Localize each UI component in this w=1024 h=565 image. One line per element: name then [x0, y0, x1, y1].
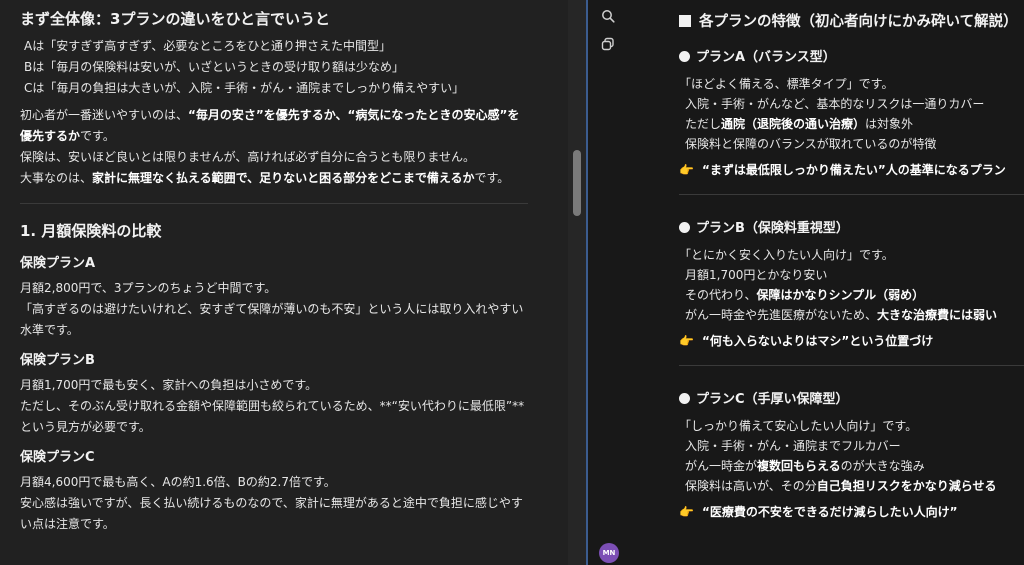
plan-a-tagline: 「ほどよく備える、標準タイプ」です。 — [679, 77, 894, 91]
plan-b-detail: その代わり、保障はかなりシンプル（弱め） — [685, 288, 925, 302]
chat-scrollbar[interactable] — [568, 0, 586, 565]
plan-b-detail: がん一時金や先進医療がないため、大きな治療費には弱い — [685, 308, 998, 322]
plan-c-line: 月額4,600円で最も高く、Aの約1.6倍、Bの約2.7倍です。 — [20, 475, 336, 489]
plan-a-point: 👉 “まずは最低限しっかり備えたい”人の基準になるプラン — [679, 160, 1019, 180]
plan-a-detail: 保険料と保障のバランスが取れているのが特徴 — [685, 137, 937, 151]
plan-b-heading: プランB（保険料重視型） — [679, 219, 1019, 239]
bullet-icon — [679, 222, 690, 233]
plan-a-heading: プランA（バランス型） — [679, 48, 1019, 68]
summary-line-c: Cは「毎月の負担は大きいが、入院・手術・がん・通院までしっかり備えやすい」 — [24, 81, 465, 95]
plan-c-heading: プランC（手厚い保障型） — [679, 390, 1019, 410]
plan-a-title: 保険プランA — [20, 256, 96, 271]
plan-a-detail: ただし通院（退院後の通い治療）は対象外 — [685, 117, 914, 131]
section-divider — [20, 203, 528, 204]
plan-c-line: 安心感は強いですが、長く払い続けるものなので、家計に無理があると途中で負担に感じ… — [20, 496, 523, 531]
plan-c-title: 保険プランC — [20, 450, 95, 465]
paragraph-priority: 初心者が一番迷いやすいのは、“毎月の安さ”を優先するか、“病気になったときの安心… — [20, 108, 520, 143]
pointing-hand-icon: 👉 — [679, 334, 694, 348]
plan-b-detail: 月額1,700円とかなり安い — [685, 268, 828, 282]
canvas-toolbar: MN — [588, 0, 628, 565]
plan-b-tagline: 「とにかく安く入りたい人向け」です。 — [679, 248, 894, 262]
canvas-divider — [679, 194, 1024, 195]
canvas-pane: MN 各プランの特徴（初心者向けにかみ砕いて解説） プランA（バランス型） 「ほ… — [588, 0, 1024, 565]
summary-line-a: Aは「安すぎず高すぎず、必要なところをひと通り押さえた中間型」 — [24, 39, 392, 53]
square-bullet-icon — [679, 15, 691, 27]
paragraph-price-note: 保険は、安いほど良いとは限りませんが、高ければ必ず自分に合うとも限りません。 — [20, 150, 476, 164]
copy-icon[interactable] — [600, 36, 616, 52]
plan-b-line: ただし、そのぶん受け取れる金額や保障範囲も絞られているため、**“安い代わりに最… — [20, 399, 525, 434]
plan-c-point: 👉 “医療費の不安をできるだけ減らしたい人向け” — [679, 502, 1019, 522]
plan-c-detail: 保険料は高いが、その分自己負担リスクをかなり減らせる — [685, 479, 997, 493]
assistant-message: まず全体像：3プランの違いをひと言でいうと Aは「安すぎず高すぎず、必要なところ… — [20, 8, 530, 535]
plan-c-detail: 入院・手術・がん・通院までフルカバー — [685, 439, 901, 453]
chat-pane: まず全体像：3プランの違いをひと言でいうと Aは「安すぎず高すぎず、必要なところ… — [0, 0, 568, 565]
plan-b-line: 月額1,700円で最も安く、家計への負担は小さめです。 — [20, 378, 318, 392]
summary-heading: まず全体像：3プランの違いをひと言でいうと — [20, 10, 330, 28]
bullet-icon — [679, 51, 690, 62]
chat-scrollbar-thumb[interactable] — [573, 150, 581, 216]
paragraph-important: 大事なのは、家計に無理なく払える範囲で、足りないと困る部分をどこまで備えるかです… — [20, 171, 510, 185]
plan-a-line: 月額2,800円で、3プランのちょうど中間です。 — [20, 281, 277, 295]
bullet-icon — [679, 393, 690, 404]
plan-a-detail: 入院・手術・がんなど、基本的なリスクは一通りカバー — [685, 97, 985, 111]
summary-line-b: Bは「毎月の保険料は安いが、いざというときの受け取り額は少なめ」 — [24, 60, 404, 74]
section-heading: 1. 月額保険料の比較 — [20, 222, 162, 240]
canvas-divider — [679, 365, 1024, 366]
plan-c-tagline: 「しっかり備えて安心したい人向け」です。 — [679, 419, 918, 433]
plan-b-title: 保険プランB — [20, 353, 95, 368]
pointing-hand-icon: 👉 — [679, 163, 694, 177]
plan-b-point: 👉 “何も入らないよりはマシ”という位置づけ — [679, 331, 1019, 351]
canvas-heading: 各プランの特徴（初心者向けにかみ砕いて解説） — [679, 10, 1019, 34]
search-icon[interactable] — [600, 8, 616, 24]
plan-c-detail: がん一時金が複数回もらえるのが大きな強み — [685, 459, 925, 473]
app-window: まず全体像：3プランの違いをひと言でいうと Aは「安すぎず高すぎず、必要なところ… — [0, 0, 1024, 565]
pointing-hand-icon: 👉 — [679, 505, 694, 519]
canvas-document[interactable]: 各プランの特徴（初心者向けにかみ砕いて解説） プランA（バランス型） 「ほどよく… — [679, 10, 1024, 522]
avatar[interactable]: MN — [599, 543, 619, 563]
plan-a-line: 「高すぎるのは避けたいけれど、安すぎて保障が薄いのも不安」という人には取り入れや… — [20, 302, 524, 337]
